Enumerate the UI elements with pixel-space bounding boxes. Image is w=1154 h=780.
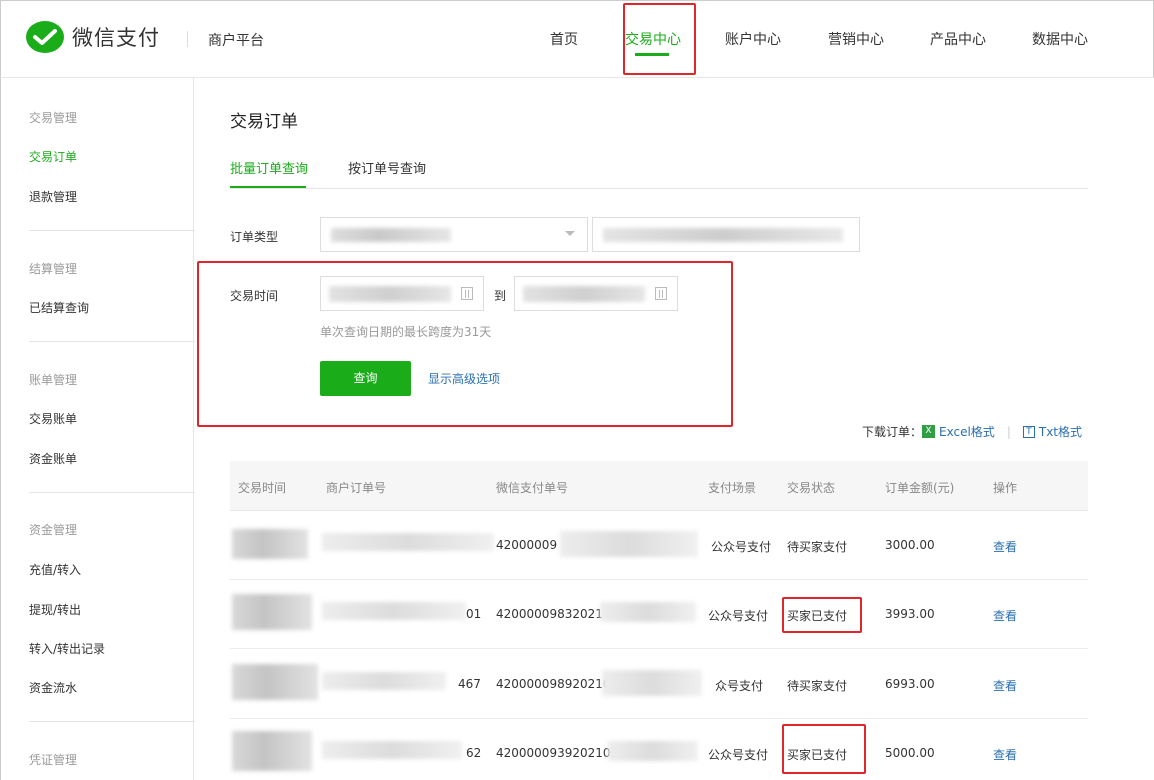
- sidebar-group-bill: 账单管理: [29, 373, 78, 387]
- sidebar-group-voucher: 凭证管理: [29, 753, 78, 767]
- order-amount: 5000.00: [885, 746, 935, 760]
- highlight-box-status: [782, 724, 866, 774]
- redacted-order-no: [322, 533, 494, 551]
- header-divider: [187, 31, 188, 47]
- redacted-order-no: [322, 602, 466, 620]
- redacted-time: [232, 594, 312, 630]
- trade-status: 待买家支付: [787, 540, 848, 554]
- highlight-box-status: [782, 597, 862, 633]
- brand-name: 微信支付: [72, 26, 160, 50]
- highlight-box-search: [197, 261, 733, 427]
- sidebar-divider: [29, 492, 195, 493]
- platform-name: 商户平台: [208, 33, 264, 49]
- wechat-pay-no: 4200000939202103: [496, 746, 619, 760]
- nav-product-center[interactable]: 产品中心: [930, 29, 986, 49]
- sidebar-item-withdraw[interactable]: 提现/转出: [29, 601, 81, 618]
- page-title: 交易订单: [230, 112, 298, 132]
- wechat-pay-no: 42000009832021: [496, 607, 603, 621]
- txt-icon: T: [1022, 425, 1035, 438]
- view-link[interactable]: 查看: [993, 538, 1017, 555]
- sidebar: 交易管理 交易订单 退款管理 结算管理 已结算查询 账单管理 交易账单 资金账单…: [0, 78, 195, 780]
- column-header: 微信支付单号: [496, 481, 569, 495]
- wechat-pay-no: 420000098920210: [496, 677, 611, 691]
- order-subtype-select[interactable]: [592, 217, 860, 252]
- sidebar-item-transfer-records[interactable]: 转入/转出记录: [29, 640, 105, 657]
- pay-scene: 公众号支付: [711, 540, 772, 554]
- nav-data-center[interactable]: 数据中心: [1032, 29, 1088, 49]
- tabs-divider: [230, 188, 1088, 189]
- order-no-tail: 01: [466, 607, 482, 621]
- order-amount: 3000.00: [885, 538, 935, 552]
- sidebar-divider: [29, 721, 195, 722]
- redacted-time: [232, 731, 312, 771]
- sidebar-divider: [29, 230, 195, 231]
- redacted-pay-no: [560, 531, 698, 557]
- nav-account-center[interactable]: 账户中心: [725, 29, 781, 49]
- sidebar-divider: [29, 341, 195, 342]
- nav-home[interactable]: 首页: [550, 29, 578, 49]
- view-link[interactable]: 查看: [993, 607, 1017, 624]
- order-no-tail: 62: [466, 746, 482, 760]
- sidebar-item-fund-flow[interactable]: 资金流水: [29, 679, 77, 696]
- nav-marketing-center[interactable]: 营销中心: [828, 29, 884, 49]
- order-amount: 3993.00: [885, 607, 935, 621]
- sidebar-item-settled-query[interactable]: 已结算查询: [29, 299, 89, 316]
- redacted-order-no: [322, 741, 462, 759]
- tab-batch-query[interactable]: 批量订单查询: [230, 158, 308, 177]
- sidebar-item-fund-bill[interactable]: 资金账单: [29, 450, 77, 467]
- order-type-select[interactable]: [320, 217, 588, 252]
- order-amount: 6993.00: [885, 677, 935, 691]
- redacted-pay-no: [602, 670, 702, 696]
- download-separator: |: [1006, 424, 1011, 439]
- redacted-pay-no: [600, 602, 696, 622]
- table-row: 62 4200000939202103 公众号支付 买家已支付 5000.00 …: [230, 719, 1088, 780]
- view-link[interactable]: 查看: [993, 677, 1017, 694]
- column-header: 商户订单号: [326, 481, 387, 495]
- pay-scene: 众号支付: [715, 679, 764, 693]
- table-row: 467 420000098920210 众号支付 待买家支付 6993.00 查…: [230, 650, 1088, 719]
- chevron-down-icon: [565, 231, 575, 236]
- highlight-box-nav: [623, 3, 696, 75]
- active-tab-indicator: [230, 186, 306, 188]
- top-navigation-bar: 微信支付 商户平台 首页 交易中心 账户中心 营销中心 产品中心 数据中心: [0, 0, 1154, 78]
- download-excel-link[interactable]: Excel格式: [939, 423, 995, 440]
- pay-scene: 公众号支付: [708, 748, 769, 762]
- redacted-time: [232, 529, 308, 559]
- download-orders: 下载订单： X Excel格式 | T Txt格式: [862, 423, 1082, 440]
- order-no-tail: 467: [458, 677, 481, 691]
- download-txt-link[interactable]: Txt格式: [1039, 423, 1082, 440]
- sidebar-item-refund[interactable]: 退款管理: [29, 188, 77, 205]
- column-header: 支付场景: [708, 481, 757, 495]
- wechat-pay-check-icon: [26, 21, 64, 53]
- trade-status: 待买家支付: [787, 679, 848, 693]
- table-row: 42000009 公众号支付 待买家支付 3000.00 查看: [230, 511, 1088, 580]
- orders-table-header: 交易时间 商户订单号 微信支付单号 支付场景 交易状态 订单金额(元) 操作: [230, 461, 1088, 511]
- table-row: 01 42000009832021 公众号支付 买家已支付 3993.00 查看: [230, 580, 1088, 649]
- download-label: 下载订单：: [862, 425, 923, 439]
- sidebar-group-trade: 交易管理: [29, 111, 78, 125]
- wechat-pay-logo[interactable]: 微信支付: [26, 21, 160, 53]
- view-link[interactable]: 查看: [993, 746, 1017, 763]
- column-header: 操作: [993, 481, 1018, 495]
- wechat-pay-no: 42000009: [496, 538, 558, 552]
- column-header: 交易状态: [787, 481, 836, 495]
- pay-scene: 公众号支付: [708, 609, 769, 623]
- order-type-label: 订单类型: [230, 230, 279, 244]
- redacted-pay-no: [608, 741, 698, 761]
- redacted-time: [232, 664, 318, 700]
- sidebar-item-recharge[interactable]: 充值/转入: [29, 561, 81, 578]
- redacted-value: [603, 228, 843, 242]
- tab-order-no-query[interactable]: 按订单号查询: [348, 158, 426, 177]
- sidebar-item-trade-bill[interactable]: 交易账单: [29, 410, 77, 427]
- column-header: 交易时间: [238, 481, 287, 495]
- redacted-value: [331, 228, 451, 242]
- redacted-order-no: [322, 672, 446, 690]
- column-header: 订单金额(元): [885, 481, 955, 495]
- excel-icon: X: [922, 425, 936, 438]
- sidebar-item-trade-orders[interactable]: 交易订单: [29, 148, 77, 165]
- sidebar-group-fund: 资金管理: [29, 523, 78, 537]
- sidebar-group-settlement: 结算管理: [29, 262, 78, 276]
